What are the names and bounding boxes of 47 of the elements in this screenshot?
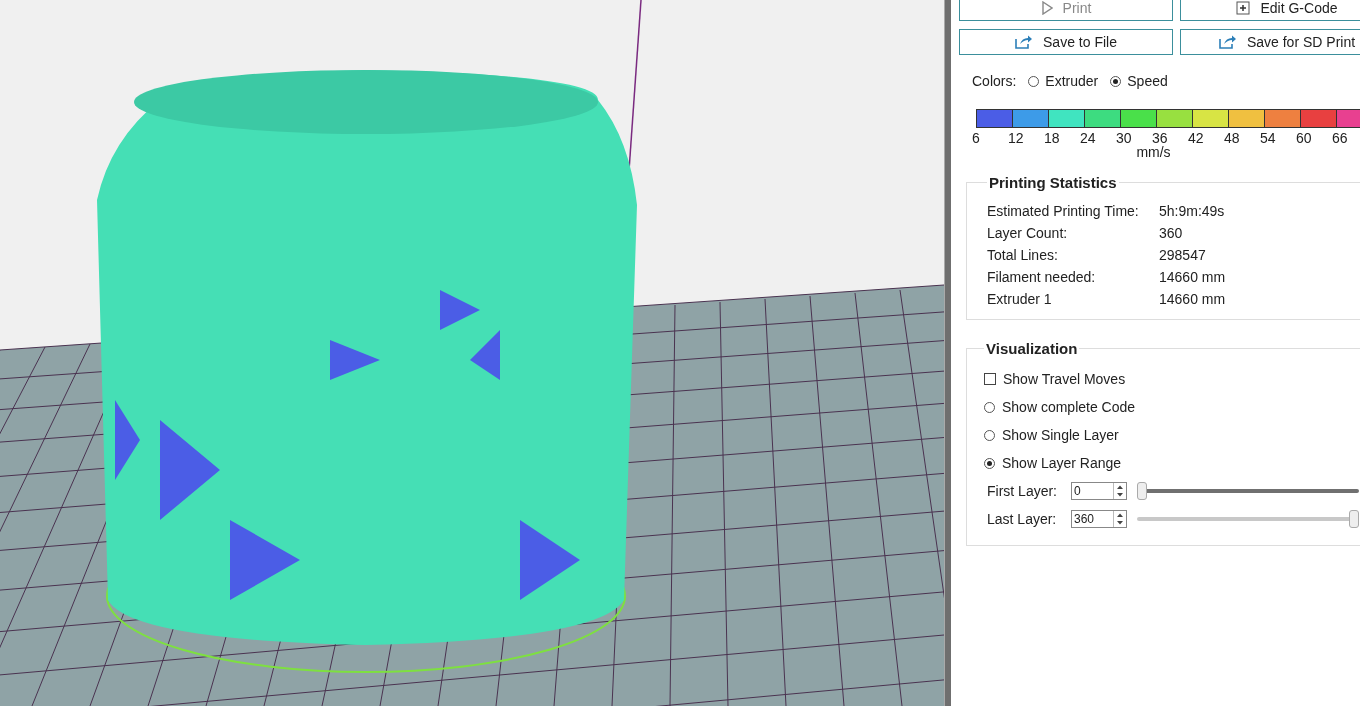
stat-label: Extruder 1 [987,291,1053,307]
spin-arrows-icon [1113,511,1126,527]
stat-label: Layer Count: [987,225,1069,241]
speed-tick-label: 60 [1296,130,1313,146]
play-icon [1040,1,1053,15]
color-mode-radio[interactable]: Extruder [1028,73,1099,89]
view-mode-radio[interactable]: Show Layer Range [984,449,1360,477]
speed-unit-label: mm/s [1136,144,1171,160]
toolbar-button[interactable]: Print [959,0,1173,21]
panel-title: Visualization [985,340,1079,357]
spin-arrows-icon [1113,483,1126,499]
view-mode-radio[interactable]: Show Single Layer [984,421,1360,449]
toolbar-button[interactable]: Edit G-Code [1180,0,1360,21]
speed-tick-label: 36 [1152,130,1169,146]
colors-label: Colors: [972,73,1017,89]
speed-tick-label: 48 [1224,130,1241,146]
speed-tick-label: 6 [972,130,981,146]
toolbar-button[interactable]: Save for SD Print [1180,29,1360,55]
export-icon [1218,35,1237,49]
stat-value: 14660 mm [1159,291,1227,307]
toolbar-button[interactable]: Save to File [959,29,1173,55]
layer-label: First Layer: [986,483,1058,499]
speed-tick-label: 18 [1044,130,1061,146]
stat-label: Estimated Printing Time: [987,203,1140,219]
speed-tick-label: 42 [1188,130,1205,146]
add-file-icon [1236,1,1251,15]
stat-label: Filament needed: [987,269,1097,285]
speed-tick-label: 54 [1260,130,1277,146]
travel-moves-checkbox[interactable]: Show Travel Moves [984,365,1360,393]
speed-tick-label: 12 [1008,130,1025,146]
layer-spin-field[interactable]: 0 [1071,482,1127,500]
speed-tick-label: 30 [1116,130,1133,146]
layer-slider[interactable] [1137,510,1359,528]
speed-tick-label: 24 [1080,130,1097,146]
stat-label: Total Lines: [987,247,1059,263]
stat-value: 5h:9m:49s [1159,203,1226,219]
color-mode-radio[interactable]: Speed [1110,73,1168,89]
layer-slider[interactable] [1137,482,1359,500]
layer-spin-field[interactable]: 360 [1071,510,1127,528]
export-icon [1015,35,1034,49]
stat-value: 360 [1159,225,1184,241]
stat-value: 14660 mm [1159,269,1227,285]
layer-label: Last Layer: [986,511,1058,527]
view-mode-radio[interactable]: Show complete Code [984,393,1360,421]
stat-value: 298547 [1159,247,1207,263]
panel-title: Printing Statistics [988,174,1118,191]
speed-tick-label: 66 [1332,130,1349,146]
